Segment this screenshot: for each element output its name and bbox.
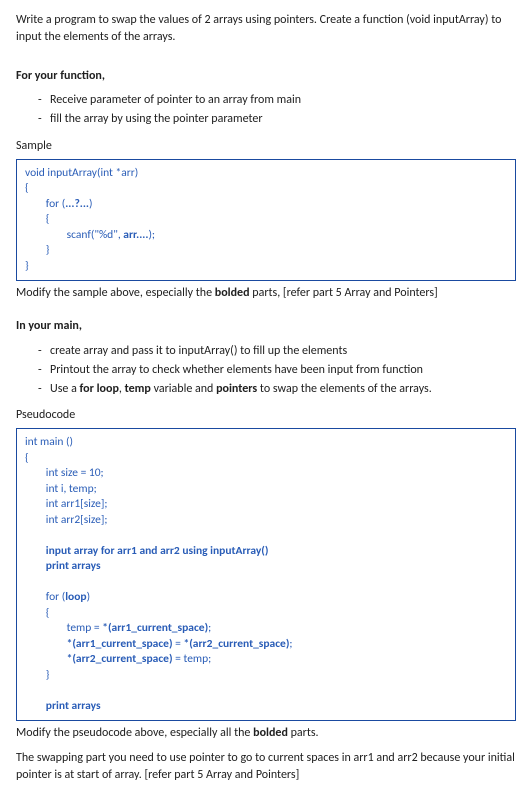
main-bullet-3: Use a for loop, temp variable and pointe… xyxy=(38,381,516,398)
code-line: int arr2[size]; xyxy=(25,513,107,527)
code-line: = xyxy=(173,637,184,651)
code-line: ); xyxy=(148,228,155,242)
code-line: } xyxy=(25,668,49,682)
code-bold-line: input array for arr1 and arr2 using inpu… xyxy=(25,544,268,558)
code-line: } xyxy=(25,259,29,273)
code-line: ; xyxy=(208,621,211,635)
code-line: int i, temp; xyxy=(25,482,97,496)
function-bullets: Receive parameter of pointer to an array… xyxy=(16,92,516,128)
code-line: int size = 10; xyxy=(25,466,104,480)
code-bold: arr.... xyxy=(123,228,148,242)
code-line: ; xyxy=(289,637,292,651)
code-bold: *(arr1_current_space) xyxy=(67,637,173,651)
code-bold: loop xyxy=(65,590,86,604)
code-line: ) xyxy=(89,197,93,211)
final-paragraph: The swapping part you need to use pointe… xyxy=(16,750,516,784)
code-line: int main () xyxy=(25,435,73,449)
main-bullets: create array and pass it to inputArray()… xyxy=(16,343,516,397)
code-bold: ...?... xyxy=(65,197,89,211)
code-line: } xyxy=(25,243,49,257)
code-bold-line: print arrays xyxy=(25,559,101,573)
code-line: void inputArray(int *arr) xyxy=(25,166,138,180)
code-line xyxy=(25,637,67,651)
sample-label: Sample xyxy=(16,138,516,155)
code-bold: *(arr2_current_space) xyxy=(67,652,173,666)
code-line: ) xyxy=(87,590,91,604)
main-bullet-1: create array and pass it to inputArray()… xyxy=(38,343,516,360)
code-line: scanf("%d", xyxy=(25,228,123,242)
assignment-document: Write a program to swap the values of 2 … xyxy=(0,0,532,802)
pseudocode-box: int main () { int size = 10; int i, temp… xyxy=(16,428,516,721)
code-bold-line: print arrays xyxy=(25,699,101,713)
function-bullet-1: Receive parameter of pointer to an array… xyxy=(38,92,516,109)
main-bullet-2: Printout the array to check whether elem… xyxy=(38,362,516,379)
function-heading: For your function, xyxy=(16,68,516,85)
main-heading: In your main, xyxy=(16,318,516,335)
code-line: { xyxy=(25,212,49,226)
sample-note: Modify the sample above, especially the … xyxy=(16,285,516,302)
bold-temp: temp xyxy=(125,382,151,396)
code-line xyxy=(25,652,67,666)
code-bold: *(arr2_current_space) xyxy=(183,637,289,651)
sample-code-box: void inputArray(int *arr) { for (...?...… xyxy=(16,159,516,282)
pseudocode-note: Modify the pseudocode above, especially … xyxy=(16,725,516,742)
code-line: { xyxy=(25,606,49,620)
function-bullet-2: fill the array by using the pointer para… xyxy=(38,111,516,128)
bolded-word: bolded xyxy=(253,726,288,740)
code-line: temp = xyxy=(25,621,102,635)
code-line: { xyxy=(25,451,29,465)
code-line: = temp; xyxy=(173,652,212,666)
code-line: for ( xyxy=(25,197,65,211)
bold-for-loop: for loop xyxy=(80,382,119,396)
code-bold: *(arr1_current_space) xyxy=(102,621,208,635)
bold-pointers: pointers xyxy=(216,382,257,396)
code-line: for ( xyxy=(25,590,65,604)
intro-paragraph: Write a program to swap the values of 2 … xyxy=(16,12,516,46)
pseudocode-label: Pseudocode xyxy=(16,407,516,424)
code-line: int arr1[size]; xyxy=(25,497,107,511)
bolded-word: bolded xyxy=(215,286,250,300)
code-line: { xyxy=(25,181,29,195)
